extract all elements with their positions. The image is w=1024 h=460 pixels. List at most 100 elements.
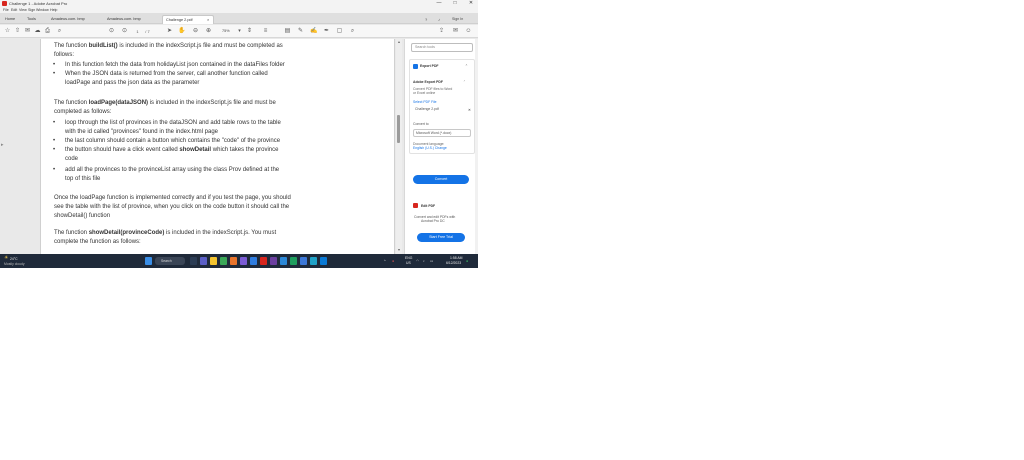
weather-temp[interactable]: 24°C (10, 257, 18, 261)
bullet-point: • (53, 120, 56, 126)
wifi-icon[interactable]: ◠ (416, 259, 419, 263)
chrome-icon[interactable] (220, 257, 227, 265)
notification-bell-icon[interactable]: ♪ (438, 15, 440, 24)
email-icon[interactable]: ✉ (24, 28, 31, 35)
find-icon[interactable]: ⌕ (349, 28, 356, 35)
volume-icon[interactable]: ♪ (423, 259, 425, 263)
document-line: loadPage and pass the json data as the p… (65, 79, 199, 88)
zoom-in-icon[interactable]: ⊕ (205, 28, 212, 35)
tray-language-top[interactable]: ENG (405, 256, 412, 260)
zoom-dropdown-icon[interactable]: ▾ (236, 28, 243, 35)
line-text: In this function fetch the data from hol… (65, 62, 285, 68)
file-explorer-icon[interactable] (210, 257, 217, 265)
comment-icon[interactable]: ▤ (284, 28, 291, 35)
maximize-button[interactable]: □ (448, 0, 462, 7)
excel-icon[interactable] (290, 257, 297, 265)
clock-time[interactable]: 1:58 AM (450, 256, 462, 260)
tab-document-2[interactable]: Amadeus.com. bmp (104, 15, 156, 24)
page-down-icon[interactable]: ⊙ (121, 28, 128, 35)
tab-close-icon[interactable]: × (207, 15, 209, 24)
line-text: complete the function as follows: (54, 239, 141, 245)
battery-icon[interactable]: ▭ (430, 259, 433, 263)
notification-dot-icon[interactable]: ● (466, 259, 468, 263)
collapse-chevron-icon[interactable]: ⌃ (465, 64, 468, 68)
page-number[interactable]: 1 (134, 28, 141, 35)
task-view-icon[interactable] (190, 257, 197, 265)
mail-icon[interactable]: ✉ (452, 28, 459, 35)
search-tools-input[interactable]: Search tools (411, 43, 473, 52)
free-trial-button[interactable]: Start Free Trial (417, 233, 465, 242)
onenote-icon[interactable] (270, 257, 277, 265)
window-title: Challenge 1 - Adobe Acrobat Pro (9, 1, 68, 6)
tab-home[interactable]: Home (2, 15, 24, 24)
select-cursor-icon[interactable]: ➤ (166, 28, 173, 35)
vscode-icon[interactable] (320, 257, 327, 265)
page-up-icon[interactable]: ⊙ (108, 28, 115, 35)
document-viewport[interactable]: ▸ The function buildList() is included i… (0, 39, 404, 254)
info-icon[interactable]: ◔ (463, 79, 465, 83)
highlight-icon[interactable]: ✍ (310, 28, 317, 35)
language-change-link[interactable]: English (U.S.) Change (413, 146, 447, 150)
document-line: follows: (54, 51, 74, 60)
word-icon[interactable] (300, 257, 307, 265)
hand-tool-icon[interactable]: ✋ (178, 28, 185, 35)
format-select[interactable]: Microsoft Word (*.docx) (413, 129, 471, 137)
help-icon[interactable]: ? (425, 15, 427, 24)
line-text: Once the loadPage function is implemente… (54, 195, 291, 201)
scrollbar-thumb[interactable] (397, 115, 400, 143)
outlook-icon[interactable] (280, 257, 287, 265)
tray-chevron-icon[interactable]: ^ (384, 259, 386, 263)
scroll-down-icon[interactable]: ▾ (396, 247, 402, 252)
document-line: top of this file (65, 175, 100, 184)
tab-document-1[interactable]: Amadeus.com. bmp (48, 15, 100, 24)
panel-scrollbar[interactable] (475, 39, 478, 254)
line-text: add all the provinces to the provinceLis… (65, 167, 280, 173)
document-line: The function showDetail(provinceCode) is… (54, 229, 276, 238)
line-text-tail: is included in the indexScript.js file a… (117, 43, 283, 49)
upload-icon[interactable]: ⇧ (14, 28, 21, 35)
export-pdf-icon (413, 64, 418, 69)
mail-app-icon[interactable] (250, 257, 257, 265)
sign-in-link[interactable]: Sign In (452, 15, 463, 24)
document-line: code (65, 155, 78, 164)
tray-antivirus-icon[interactable]: ● (392, 259, 394, 263)
document-scrollbar[interactable]: ▴ ▾ (396, 39, 402, 254)
taskbar-search-label[interactable]: Search (161, 259, 172, 263)
line-text-tail: is included in the indexScript.js file a… (148, 100, 276, 106)
close-button[interactable]: ✕ (464, 0, 478, 7)
line-text: showDetail() function (54, 213, 111, 219)
account-icon[interactable]: ☺ (465, 28, 472, 35)
pen-icon[interactable]: ✎ (297, 28, 304, 35)
tab-tools[interactable]: Tools (24, 15, 46, 24)
vs-icon[interactable] (240, 257, 247, 265)
bullet-point: • (53, 138, 56, 144)
convert-button[interactable]: Convert (413, 175, 469, 184)
start-button-icon[interactable] (145, 257, 152, 265)
cloud-icon[interactable]: ☁ (34, 28, 41, 35)
page-fit-icon[interactable]: ⇕ (246, 28, 253, 35)
sign-icon[interactable]: ✒ (323, 28, 330, 35)
pdf-page: The function buildList() is included in … (40, 39, 395, 254)
minimize-button[interactable]: — (432, 0, 446, 7)
print-icon[interactable]: ⎙ (44, 28, 51, 35)
expand-left-panel-icon[interactable]: ▸ (1, 142, 4, 148)
acrobat-taskbar-icon[interactable] (260, 257, 267, 265)
scroll-mode-icon[interactable]: ≡ (262, 28, 269, 35)
edge-icon[interactable] (310, 257, 317, 265)
teams-icon[interactable] (200, 257, 207, 265)
bookmark-icon[interactable]: ☆ (4, 28, 11, 35)
zoom-level[interactable]: 75% (222, 28, 230, 35)
line-text: the last column should contain a button … (65, 138, 281, 144)
document-line: add all the provinces to the provinceLis… (65, 166, 279, 175)
share-icon[interactable]: ⇪ (438, 28, 445, 35)
firefox-icon[interactable] (230, 257, 237, 265)
select-pdf-label[interactable]: Select PDF File (413, 100, 437, 104)
document-line: completed as follows: (54, 108, 111, 117)
remove-file-icon[interactable]: ✕ (468, 108, 471, 112)
search-icon[interactable]: ⌕ (56, 28, 63, 35)
scroll-up-icon[interactable]: ▴ (396, 39, 402, 44)
delete-icon[interactable]: ▢ (336, 28, 343, 35)
zoom-out-icon[interactable]: ⊖ (192, 28, 199, 35)
document-line: the last column should contain a button … (65, 137, 280, 146)
document-line: with the id called "provinces" found in … (65, 128, 218, 137)
